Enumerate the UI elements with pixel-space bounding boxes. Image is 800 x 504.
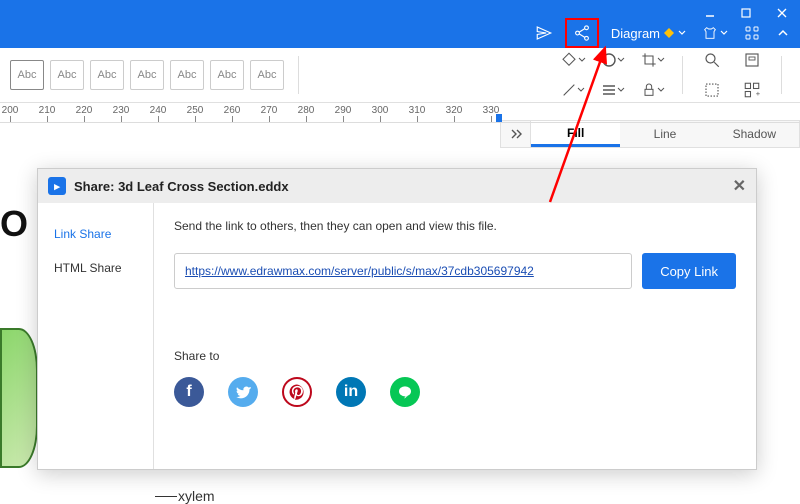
ruler-tick-label: 320 bbox=[446, 105, 463, 116]
ruler-tick-label: 300 bbox=[372, 105, 389, 116]
sidebar-item-html-share[interactable]: HTML Share bbox=[38, 251, 153, 285]
social-icons: f in bbox=[174, 377, 736, 407]
toolbar: Abc Abc Abc Abc Abc Abc Abc + bbox=[0, 48, 800, 103]
app-logo-icon: ▸ bbox=[48, 177, 66, 195]
copy-link-button[interactable]: Copy Link bbox=[642, 253, 736, 289]
twitter-icon[interactable] bbox=[228, 377, 258, 407]
share-dialog: ▸ Share: 3d Leaf Cross Section.eddx ✕ Li… bbox=[37, 168, 757, 470]
diagram-menu[interactable]: Diagram bbox=[607, 24, 690, 43]
shape-tool[interactable] bbox=[598, 48, 628, 72]
separator bbox=[298, 56, 299, 94]
artboard-tool[interactable] bbox=[737, 48, 767, 72]
linkedin-icon[interactable]: in bbox=[336, 377, 366, 407]
share-link-field[interactable]: https://www.edrawmax.com/server/public/s… bbox=[174, 253, 632, 289]
tab-fill[interactable]: Fill bbox=[531, 121, 620, 147]
style-preset-1[interactable]: Abc bbox=[10, 60, 44, 90]
facebook-icon[interactable]: f bbox=[174, 377, 204, 407]
sidebar-item-link-share[interactable]: Link Share bbox=[38, 217, 153, 251]
link-row: https://www.edrawmax.com/server/public/s… bbox=[174, 253, 736, 289]
line-icon[interactable] bbox=[390, 377, 420, 407]
style-preset-6[interactable]: Abc bbox=[210, 60, 244, 90]
ruler-tick-label: 250 bbox=[187, 105, 204, 116]
ruler-tick-label: 280 bbox=[298, 105, 315, 116]
line-style-tool[interactable] bbox=[598, 78, 628, 102]
pen-tool[interactable] bbox=[558, 78, 588, 102]
pinterest-icon[interactable] bbox=[282, 377, 312, 407]
dialog-close-button[interactable]: ✕ bbox=[733, 176, 746, 196]
share-to-section: Share to f in bbox=[174, 349, 736, 407]
shirt-menu[interactable] bbox=[698, 23, 732, 43]
send-icon[interactable] bbox=[531, 22, 557, 44]
ruler-tick-label: 330 bbox=[483, 105, 500, 116]
dialog-title-text: Share: 3d Leaf Cross Section.eddx bbox=[74, 179, 289, 194]
style-preset-4[interactable]: Abc bbox=[130, 60, 164, 90]
share-instruction: Send the link to others, then they can o… bbox=[174, 219, 736, 233]
canvas-connector bbox=[155, 496, 177, 497]
lock-tool[interactable] bbox=[638, 78, 668, 102]
ruler-tick-label: 230 bbox=[113, 105, 130, 116]
ruler-horizontal: 200 210 220 230 240 250 260 270 280 290 300 310 320 3… bbox=[0, 103, 800, 123]
ruler-tick-label: 270 bbox=[261, 105, 278, 116]
ruler-tick-label: 210 bbox=[39, 105, 56, 116]
ruler-tick-label: 260 bbox=[224, 105, 241, 116]
dialog-sidebar: Link Share HTML Share bbox=[38, 203, 154, 469]
share-icon[interactable] bbox=[565, 18, 599, 48]
separator bbox=[682, 56, 683, 94]
collapse-panel-button[interactable] bbox=[501, 121, 531, 147]
style-preset-2[interactable]: Abc bbox=[50, 60, 84, 90]
chevron-down-icon bbox=[720, 29, 728, 37]
tab-line[interactable]: Line bbox=[620, 121, 709, 147]
separator bbox=[781, 56, 782, 94]
chevron-up-icon[interactable] bbox=[772, 24, 794, 42]
ruler-tick-label: 290 bbox=[335, 105, 352, 116]
canvas-leaf-shape bbox=[0, 328, 38, 468]
diamond-icon bbox=[662, 26, 676, 40]
dialog-main: Send the link to others, then they can o… bbox=[154, 203, 756, 469]
select-tool[interactable] bbox=[697, 78, 727, 102]
dialog-body: Link Share HTML Share Send the link to o… bbox=[38, 203, 756, 469]
fill-tool[interactable] bbox=[558, 48, 588, 72]
search-tool[interactable] bbox=[697, 48, 727, 72]
canvas-text-shape: O bbox=[0, 203, 40, 263]
ruler-tick-label: 310 bbox=[409, 105, 426, 116]
canvas-label-xylem: xylem bbox=[178, 488, 215, 504]
share-to-label: Share to bbox=[174, 349, 736, 363]
components-tool[interactable]: + bbox=[737, 78, 767, 102]
ruler-tick-label: 220 bbox=[76, 105, 93, 116]
properties-panel-tabs: Fill Line Shadow bbox=[500, 120, 800, 148]
titlebar-menu: Diagram bbox=[531, 18, 794, 48]
ruler-tick-label: 240 bbox=[150, 105, 167, 116]
crop-tool[interactable] bbox=[638, 48, 668, 72]
titlebar: Diagram bbox=[0, 0, 800, 48]
style-preset-3[interactable]: Abc bbox=[90, 60, 124, 90]
apps-icon[interactable] bbox=[740, 23, 764, 43]
tab-shadow[interactable]: Shadow bbox=[710, 121, 799, 147]
diagram-label: Diagram bbox=[611, 26, 660, 41]
style-preset-7[interactable]: Abc bbox=[250, 60, 284, 90]
ruler-tick-label: 200 bbox=[2, 105, 19, 116]
chevron-down-icon bbox=[678, 29, 686, 37]
dialog-titlebar: ▸ Share: 3d Leaf Cross Section.eddx ✕ bbox=[38, 169, 756, 203]
svg-text:+: + bbox=[756, 89, 761, 98]
style-preset-5[interactable]: Abc bbox=[170, 60, 204, 90]
shirt-icon bbox=[702, 25, 718, 41]
